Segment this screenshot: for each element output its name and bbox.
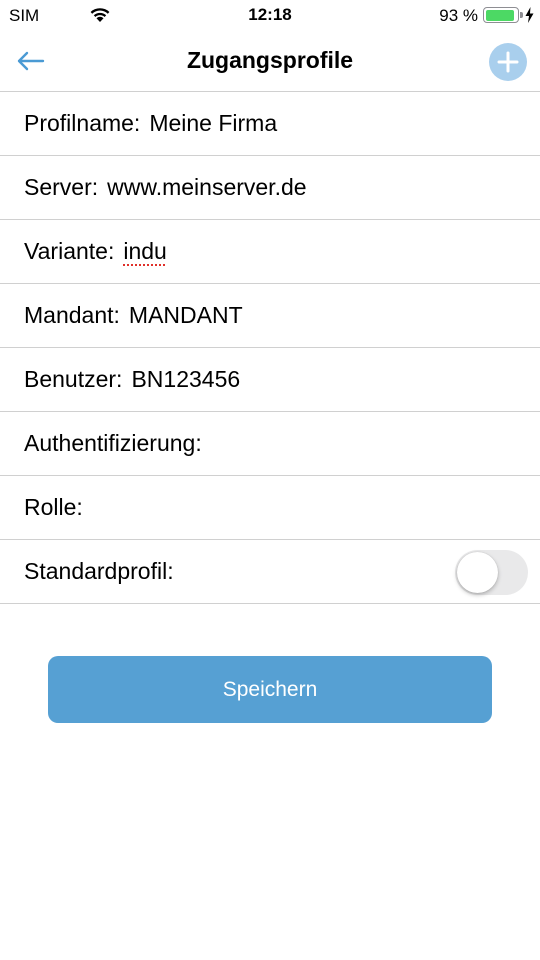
authentication-label: Authentifizierung: xyxy=(24,430,202,456)
server-value[interactable]: www.meinserver.de xyxy=(107,174,306,201)
profile-name-row[interactable]: Profilname: Meine Firma xyxy=(0,92,540,156)
profile-name-value[interactable]: Meine Firma xyxy=(149,110,277,137)
user-label: Benutzer: xyxy=(24,366,123,392)
client-value[interactable]: MANDANT xyxy=(129,302,243,329)
role-label: Rolle: xyxy=(24,494,83,520)
server-label: Server: xyxy=(24,174,99,200)
variant-label: Variante: xyxy=(24,238,115,264)
variant-row[interactable]: Variante: indu xyxy=(0,220,540,284)
battery-cap xyxy=(520,12,523,18)
battery-level xyxy=(485,9,515,21)
standard-profile-toggle[interactable] xyxy=(455,550,528,595)
standard-profile-label: Standardprofil: xyxy=(24,558,174,584)
battery-percentage: 93 % xyxy=(439,6,478,25)
standard-profile-row: Standardprofil: xyxy=(0,540,540,604)
profile-name-label: Profilname: xyxy=(24,110,141,136)
client-label: Mandant: xyxy=(24,302,120,328)
profile-form: Profilname: Meine Firma Server: www.mein… xyxy=(0,92,540,604)
add-profile-button[interactable] xyxy=(489,43,527,81)
client-row[interactable]: Mandant: MANDANT xyxy=(0,284,540,348)
navigation-bar: Zugangsprofile xyxy=(0,30,540,92)
role-row[interactable]: Rolle: xyxy=(0,476,540,540)
variant-value[interactable]: indu xyxy=(123,238,166,265)
plus-circle-icon xyxy=(497,51,519,73)
toggle-knob xyxy=(457,552,498,593)
charging-bolt-icon xyxy=(525,7,534,23)
authentication-row[interactable]: Authentifizierung: xyxy=(0,412,540,476)
page-title: Zugangsprofile xyxy=(186,47,354,73)
user-value[interactable]: BN123456 xyxy=(131,366,240,393)
server-row[interactable]: Server: www.meinserver.de xyxy=(0,156,540,220)
user-row[interactable]: Benutzer: BN123456 xyxy=(0,348,540,412)
battery-icon xyxy=(483,7,519,23)
save-button[interactable]: Speichern xyxy=(48,656,492,723)
status-bar: SIM 12:18 93 % xyxy=(0,0,540,30)
